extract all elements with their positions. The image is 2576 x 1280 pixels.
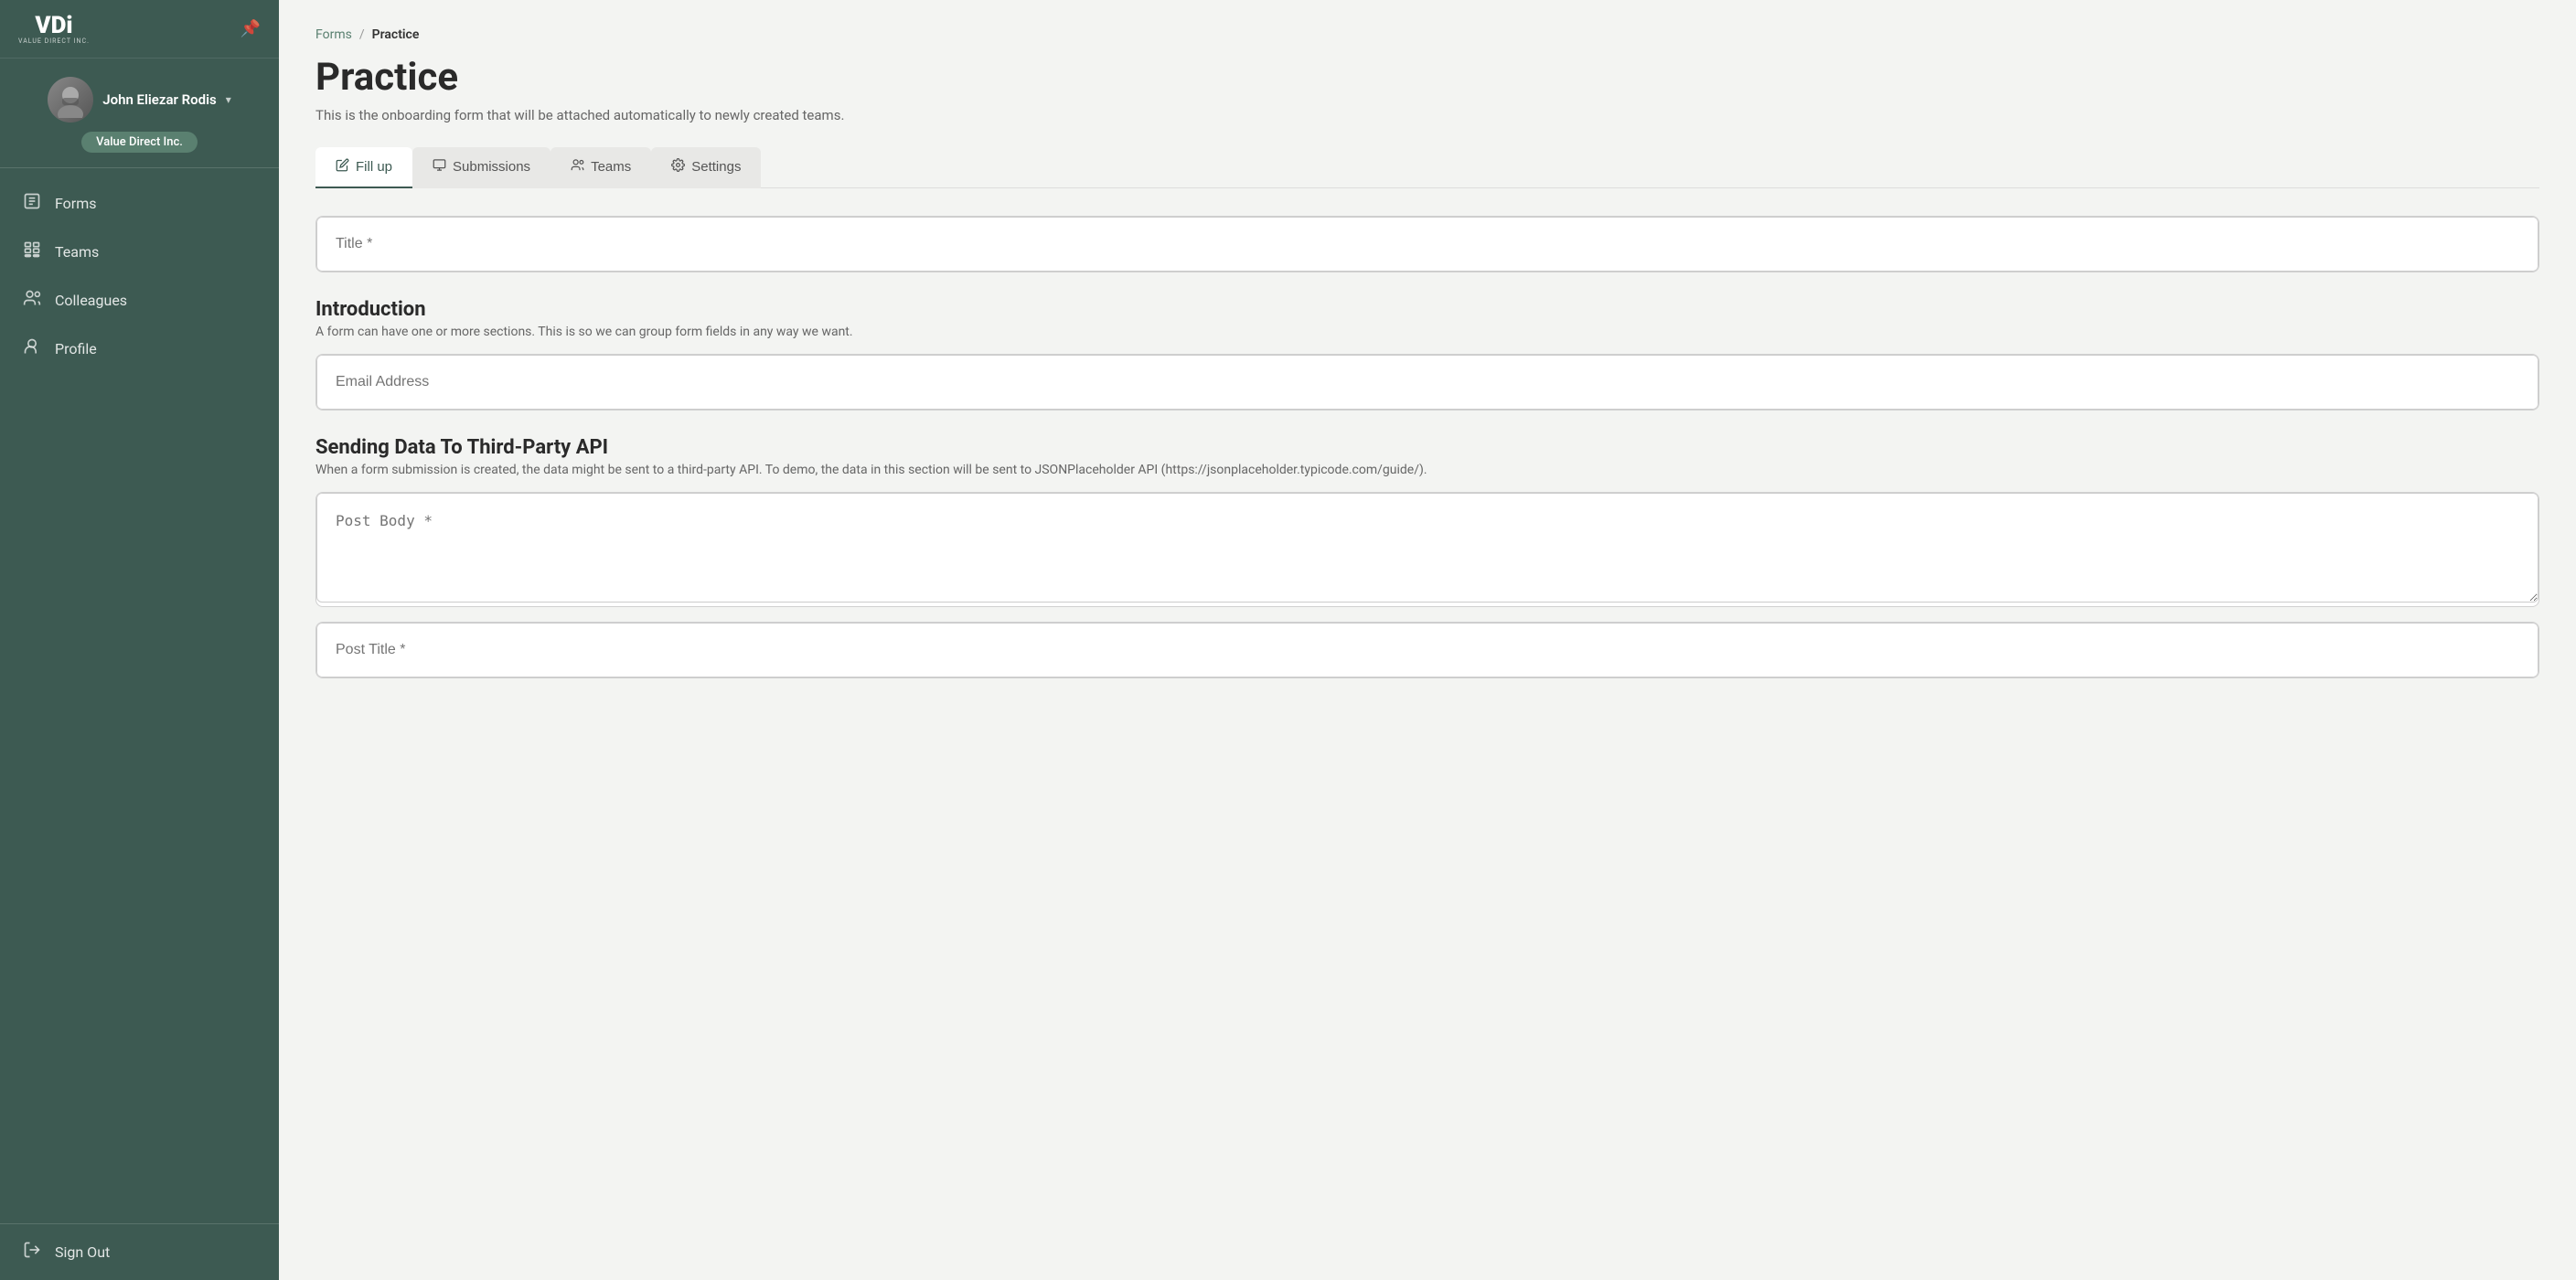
submissions-icon bbox=[433, 158, 446, 176]
sidebar-item-profile-label: Profile bbox=[55, 340, 97, 357]
tab-submissions-label: Submissions bbox=[453, 159, 530, 175]
user-info[interactable]: John Eliezar Rodis ▾ bbox=[15, 77, 264, 123]
title-field-card bbox=[315, 216, 2539, 272]
avatar-image bbox=[48, 77, 93, 123]
tab-fill-up-label: Fill up bbox=[356, 159, 392, 175]
title-input[interactable] bbox=[316, 217, 2539, 272]
tab-teams[interactable]: Teams bbox=[550, 147, 651, 188]
sidebar-item-teams[interactable]: Teams bbox=[0, 228, 279, 276]
profile-icon bbox=[22, 337, 42, 360]
user-company-badge[interactable]: Value Direct Inc. bbox=[81, 132, 198, 153]
teams-tab-icon bbox=[571, 158, 584, 176]
chevron-down-icon[interactable]: ▾ bbox=[226, 93, 231, 106]
sidebar-nav: Forms Teams Colleagues bbox=[0, 168, 279, 1223]
tabs: Fill up Submissions Teams bbox=[315, 147, 2539, 188]
sidebar-item-colleagues[interactable]: Colleagues bbox=[0, 276, 279, 325]
colleagues-icon bbox=[22, 289, 42, 312]
tab-settings[interactable]: Settings bbox=[651, 147, 761, 188]
settings-icon bbox=[671, 158, 685, 176]
sending-data-section: Sending Data To Third-Party API When a f… bbox=[315, 436, 2539, 678]
sidebar-item-profile[interactable]: Profile bbox=[0, 325, 279, 373]
sending-data-title: Sending Data To Third-Party API bbox=[315, 436, 2539, 459]
introduction-section: Introduction A form can have one or more… bbox=[315, 298, 2539, 411]
post-body-input[interactable] bbox=[316, 493, 2539, 603]
sidebar-item-forms-label: Forms bbox=[55, 195, 97, 212]
sending-data-desc: When a form submission is created, the d… bbox=[315, 463, 2539, 477]
breadcrumb-current: Practice bbox=[372, 27, 420, 42]
pin-icon[interactable]: 📌 bbox=[240, 19, 261, 38]
post-body-field-card bbox=[315, 492, 2539, 607]
logo-sub-text: VALUE DIRECT INC. bbox=[18, 37, 90, 45]
main-content: Forms / Practice Practice This is the on… bbox=[279, 0, 2576, 1280]
page-title: Practice bbox=[315, 55, 2539, 100]
page-subtitle: This is the onboarding form that will be… bbox=[315, 107, 2539, 123]
sidebar: VDi VALUE DIRECT INC. 📌 John Eliezar Rod… bbox=[0, 0, 279, 1280]
teams-icon bbox=[22, 240, 42, 263]
email-field-card bbox=[315, 354, 2539, 411]
post-title-field-card bbox=[315, 622, 2539, 678]
sidebar-bottom: Sign Out bbox=[0, 1223, 279, 1280]
logo-main-text: VDi bbox=[35, 14, 72, 37]
tab-fill-up[interactable]: Fill up bbox=[315, 147, 412, 188]
sidebar-item-teams-label: Teams bbox=[55, 243, 99, 261]
sign-out-label: Sign Out bbox=[55, 1243, 110, 1261]
forms-icon bbox=[22, 192, 42, 215]
sidebar-item-forms[interactable]: Forms bbox=[0, 179, 279, 228]
breadcrumb: Forms / Practice bbox=[315, 27, 2539, 42]
sidebar-item-colleagues-label: Colleagues bbox=[55, 292, 127, 309]
introduction-desc: A form can have one or more sections. Th… bbox=[315, 325, 2539, 339]
avatar bbox=[48, 77, 93, 123]
breadcrumb-parent[interactable]: Forms bbox=[315, 27, 352, 42]
post-title-input[interactable] bbox=[316, 623, 2539, 677]
user-name: John Eliezar Rodis bbox=[102, 91, 217, 108]
edit-icon bbox=[336, 158, 349, 176]
sign-out-icon bbox=[22, 1241, 42, 1264]
tab-settings-label: Settings bbox=[691, 159, 741, 175]
sidebar-user: John Eliezar Rodis ▾ Value Direct Inc. bbox=[0, 59, 279, 168]
introduction-title: Introduction bbox=[315, 298, 2539, 321]
tab-submissions[interactable]: Submissions bbox=[412, 147, 550, 188]
sidebar-logo: VDi VALUE DIRECT INC. 📌 bbox=[0, 0, 279, 59]
sign-out-button[interactable]: Sign Out bbox=[0, 1224, 279, 1280]
tab-teams-label: Teams bbox=[591, 159, 631, 175]
email-input[interactable] bbox=[316, 355, 2539, 410]
breadcrumb-separator: / bbox=[359, 27, 365, 42]
logo: VDi VALUE DIRECT INC. bbox=[18, 14, 90, 45]
